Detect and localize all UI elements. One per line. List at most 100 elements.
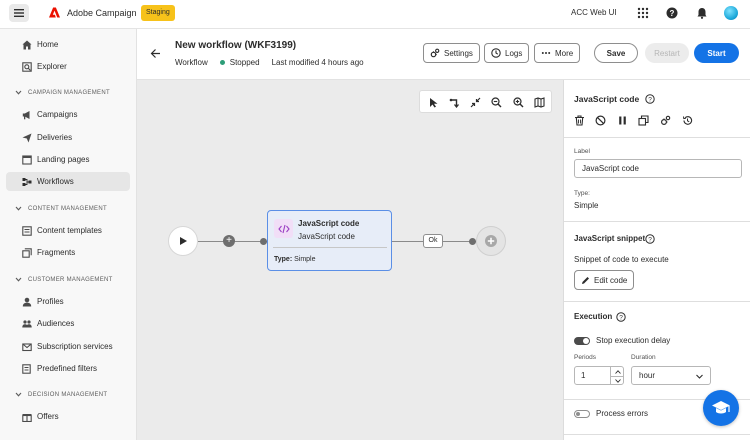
activity-javascript-code[interactable]: JavaScript code JavaScript code Type: Si… <box>267 210 392 271</box>
avatar[interactable] <box>724 6 738 20</box>
sidebar-item-offers[interactable]: Offers <box>6 407 130 426</box>
duplicate-icon[interactable] <box>638 115 649 126</box>
transition-label: Ok <box>423 234 443 248</box>
sidebar-item-deliveries[interactable]: Deliveries <box>6 128 130 147</box>
more-button[interactable]: More <box>534 43 581 63</box>
output-port[interactable] <box>469 238 476 245</box>
disable-icon[interactable] <box>595 115 606 126</box>
divider <box>564 301 750 302</box>
section-decision-management[interactable]: DECISION MANAGEMENT <box>15 391 107 398</box>
section-label: DECISION MANAGEMENT <box>28 391 108 398</box>
chevron-up-icon <box>614 369 621 374</box>
sidebar-item-label: Home <box>37 40 59 49</box>
status-badge: Stopped <box>229 58 260 67</box>
pause-icon[interactable] <box>617 115 628 126</box>
start-button[interactable]: Start <box>694 43 739 63</box>
bell-icon[interactable] <box>696 7 708 19</box>
sidebar-item-label: Campaigns <box>37 110 78 119</box>
info-icon[interactable]: ? <box>645 94 655 104</box>
sidebar-item-explorer[interactable]: Explorer <box>6 57 130 76</box>
add-activity-button[interactable]: + <box>223 235 235 247</box>
duration-select[interactable]: hour <box>631 366 711 385</box>
pointer-icon[interactable] <box>428 97 439 108</box>
stop-delay-label: Stop execution delay <box>596 336 671 345</box>
properties-panel: JavaScript code ? Label JavaScript code … <box>563 80 750 440</box>
sidebar-item-label: Fragments <box>37 248 76 257</box>
sidebar-item-campaigns[interactable]: Campaigns <box>6 105 130 124</box>
sidebar-item-predefined-filters[interactable]: Predefined filters <box>6 359 130 378</box>
settings-button[interactable]: Settings <box>423 43 480 63</box>
increment-button[interactable] <box>610 367 624 376</box>
workflow-meta: Workflow Stopped Last modified 4 hours a… <box>175 58 364 67</box>
page-title: New workflow (WKF3199) <box>175 40 297 51</box>
decrement-button[interactable] <box>610 376 624 385</box>
learning-help-button[interactable] <box>703 390 739 426</box>
periods-label: Periods <box>574 354 597 361</box>
history-icon[interactable] <box>682 115 693 126</box>
restart-button[interactable]: Restart <box>645 43 689 63</box>
sidebar-item-label: Deliveries <box>37 133 73 142</box>
start-node[interactable] <box>168 226 198 256</box>
divider <box>564 137 750 138</box>
info-icon[interactable]: ? <box>616 312 626 322</box>
edit-code-button[interactable]: Edit code <box>574 270 634 290</box>
sidebar-item-label: Landing pages <box>37 155 90 164</box>
logs-button[interactable]: Logs <box>484 43 530 63</box>
menu-toggle-button[interactable] <box>9 4 29 22</box>
chevron-down-icon <box>15 90 22 95</box>
workflow-header: New workflow (WKF3199) Workflow Stopped … <box>137 29 750 80</box>
type-caption: Type: <box>274 256 293 263</box>
offers-icon <box>22 413 32 422</box>
chevron-down-icon <box>15 206 22 211</box>
execution-section-title: Execution <box>574 312 613 321</box>
delete-icon[interactable] <box>574 115 585 126</box>
sidebar-item-landing-pages[interactable]: Landing pages <box>6 150 130 169</box>
sidebar-item-profiles[interactable]: Profiles <box>6 292 130 311</box>
play-icon <box>180 237 187 245</box>
sidebar-item-home[interactable]: Home <box>6 35 130 54</box>
section-customer-management[interactable]: CUSTOMER MANAGEMENT <box>15 276 113 283</box>
zoom-in-icon[interactable] <box>513 97 524 108</box>
map-icon[interactable] <box>534 97 545 108</box>
sidebar-item-content-templates[interactable]: Content templates <box>6 221 130 240</box>
org-switcher[interactable]: ACC Web UI <box>571 8 617 17</box>
zoom-out-icon[interactable] <box>491 97 502 108</box>
info-icon[interactable]: ? <box>645 234 655 244</box>
sidebar-item-audiences[interactable]: Audiences <box>6 314 130 333</box>
connector-icon[interactable] <box>449 97 460 108</box>
sidebar-item-fragments[interactable]: Fragments <box>6 243 130 262</box>
divider <box>564 434 750 435</box>
stop-delay-toggle[interactable] <box>574 337 590 345</box>
type-value: Simple <box>294 256 316 263</box>
home-icon <box>22 40 32 49</box>
back-arrow-icon[interactable] <box>150 48 161 59</box>
apps-grid-icon[interactable] <box>637 7 649 19</box>
help-icon[interactable]: ? <box>666 7 678 19</box>
section-campaign-management[interactable]: CAMPAIGN MANAGEMENT <box>15 89 110 96</box>
sidebar: Home Explorer CAMPAIGN MANAGEMENT Campai… <box>0 29 137 440</box>
top-bar: Adobe Campaign Staging ACC Web UI ? <box>0 0 750 29</box>
audiences-icon <box>22 319 32 327</box>
gear-icon[interactable] <box>660 115 671 126</box>
input-port[interactable] <box>260 238 267 245</box>
sidebar-item-subscription-services[interactable]: Subscription services <box>6 337 130 356</box>
chevron-down-icon <box>15 392 22 397</box>
label-input[interactable]: JavaScript code <box>574 159 742 178</box>
process-errors-toggle[interactable] <box>574 410 590 418</box>
app-name[interactable]: Adobe Campaign <box>67 8 137 18</box>
collapse-icon[interactable] <box>470 97 481 108</box>
sidebar-item-workflows[interactable]: Workflows <box>6 172 130 191</box>
periods-stepper[interactable]: 1 <box>574 366 624 385</box>
add-next-activity-button[interactable] <box>476 226 506 256</box>
workflow-canvas[interactable]: + JavaScript code JavaScript code Type: … <box>137 80 563 440</box>
subscription-icon <box>22 342 32 351</box>
status-dot <box>219 60 225 65</box>
save-button[interactable]: Save <box>594 43 638 63</box>
sidebar-item-label: Profiles <box>37 297 64 306</box>
workflow-icon <box>22 177 32 186</box>
last-modified: Last modified 4 hours ago <box>271 58 364 67</box>
graduation-cap-icon <box>712 401 730 414</box>
section-content-management[interactable]: CONTENT MANAGEMENT <box>15 205 107 212</box>
more-icon <box>541 52 551 54</box>
explorer-icon <box>22 61 32 72</box>
